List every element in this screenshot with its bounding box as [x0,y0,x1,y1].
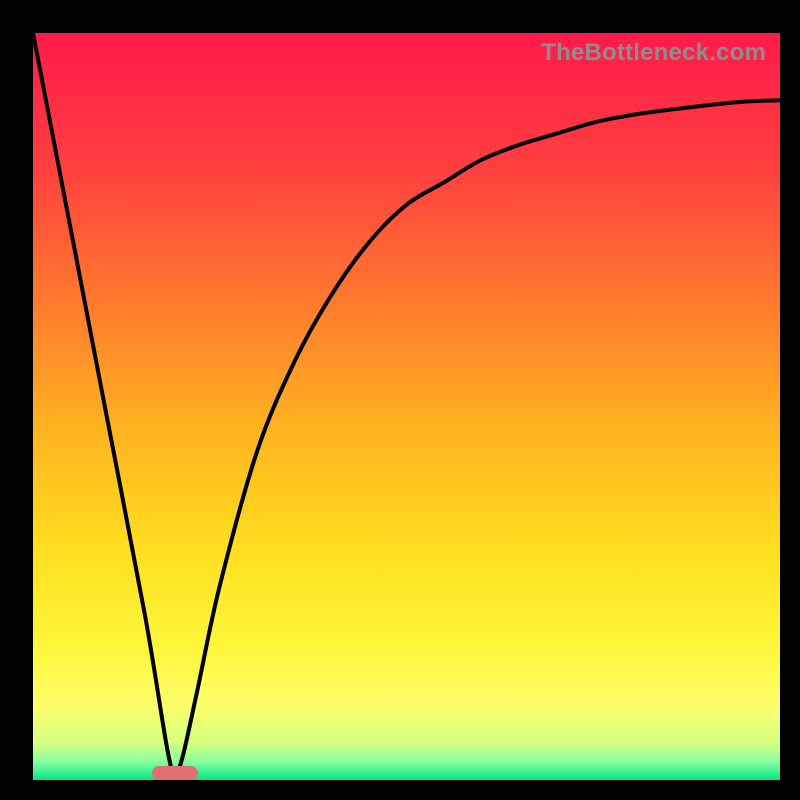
chart-frame: TheBottleneck.com [0,0,800,800]
plot-area: TheBottleneck.com [33,33,780,780]
optimal-marker [152,766,198,780]
bottleneck-curve [33,33,780,780]
